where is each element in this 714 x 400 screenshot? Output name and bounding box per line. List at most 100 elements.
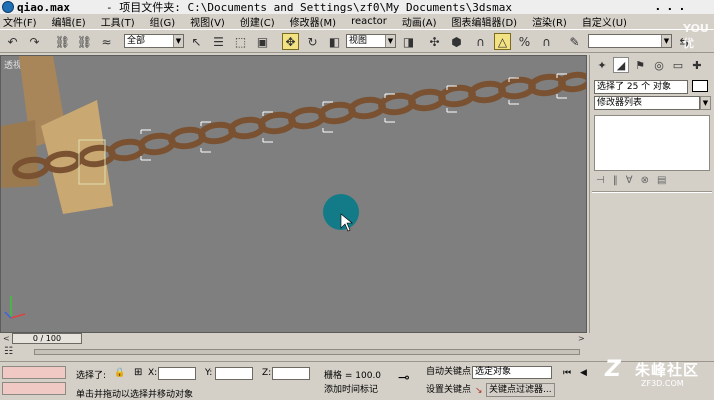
menu-customize[interactable]: 自定义(U) xyxy=(582,14,627,29)
remove-modifier-icon[interactable]: ⊗ xyxy=(641,175,649,186)
y-label: Y: xyxy=(205,368,213,378)
menu-group[interactable]: 组(G) xyxy=(150,14,176,29)
create-tab-icon[interactable]: ✦ xyxy=(594,57,610,73)
menu-create[interactable]: 创建(C) xyxy=(240,14,275,29)
redo-icon[interactable]: ↷ xyxy=(26,33,43,50)
time-slider-thumb[interactable]: 0 / 100 xyxy=(12,333,82,344)
key-filters-button[interactable]: 关键点过滤器... xyxy=(486,383,555,397)
bind-space-warp-icon[interactable]: ≈ xyxy=(98,33,115,50)
chevron-down-icon: ▼ xyxy=(173,35,183,47)
prev-frame-icon[interactable]: ◀ xyxy=(580,368,587,378)
stack-tools: ⊣ ‖ ∀ ⊗ ▤ xyxy=(596,175,666,186)
modifier-stack[interactable] xyxy=(594,115,710,171)
time-prev-arrow[interactable]: < xyxy=(3,334,10,343)
configure-sets-icon[interactable]: ▤ xyxy=(657,175,666,186)
edit-named-selection-icon[interactable]: ✎ xyxy=(566,33,583,50)
absolute-mode-icon[interactable]: ⊞ xyxy=(134,367,142,378)
percent-snap-icon[interactable]: % xyxy=(516,33,533,50)
y-coordinate-field[interactable] xyxy=(215,367,253,380)
z-label: Z: xyxy=(262,368,272,378)
go-to-start-icon[interactable]: ⏮ xyxy=(563,368,571,378)
selected-count-label: 选择了: xyxy=(76,371,107,381)
menu-edit[interactable]: 编辑(E) xyxy=(52,14,86,29)
lock-selection-icon[interactable]: 🔒 xyxy=(114,368,125,378)
3dsmax-app-icon[interactable] xyxy=(2,1,14,13)
time-next-arrow[interactable]: > xyxy=(578,334,585,343)
selection-set-dropdown[interactable]: 选定对象 xyxy=(472,366,552,379)
menu-views[interactable]: 视图(V) xyxy=(190,14,225,29)
show-end-result-icon[interactable]: ‖ xyxy=(613,175,618,186)
select-and-move-icon[interactable]: ✥ xyxy=(282,33,299,50)
selection-filter-value: 全部 xyxy=(127,36,146,46)
zf-logo-icon: Z xyxy=(605,357,621,382)
title-bar: qiao.max - 项目文件夹: C:\Documents and Setti… xyxy=(0,0,714,14)
angle-snap-icon[interactable]: △ xyxy=(494,33,511,50)
reference-coordinate-value: 视图 xyxy=(349,36,368,46)
title-overflow: . . . xyxy=(655,0,686,13)
chevron-down-icon: ▼ xyxy=(700,96,711,110)
auto-key-button[interactable]: 自动关键点 xyxy=(424,366,474,380)
hierarchy-tab-icon[interactable]: ⚑ xyxy=(632,57,648,73)
select-and-scale-icon[interactable]: ◧ xyxy=(326,33,343,50)
set-key-button[interactable]: 设置关键点 xyxy=(424,384,474,398)
track-bar[interactable]: ☷ xyxy=(0,345,587,359)
utilities-tab-icon[interactable]: ✚ xyxy=(689,57,705,73)
modify-tab-icon[interactable]: ◢ xyxy=(613,57,629,73)
z-coordinate-field[interactable] xyxy=(272,367,310,380)
object-color-swatch[interactable] xyxy=(692,80,708,92)
video-watermark: YOU 优 xyxy=(683,22,709,50)
menu-modifiers[interactable]: 修改器(M) xyxy=(290,14,336,29)
unlink-icon[interactable]: ⛓ xyxy=(76,33,93,50)
spinner-snap-icon[interactable]: ∩ xyxy=(538,33,555,50)
menu-graph-editors[interactable]: 图表编辑器(D) xyxy=(452,14,518,29)
chevron-down-icon: ▼ xyxy=(661,35,671,47)
axis-tripod-icon xyxy=(4,296,26,319)
cursor-highlight xyxy=(323,194,359,230)
status-prompt: 单击并拖动以选择并移动对象 xyxy=(76,390,194,400)
add-time-tag-button[interactable]: 添加时间标记 xyxy=(322,384,381,398)
watermark-brand: 朱峰社区 xyxy=(635,361,700,379)
menu-animation[interactable]: 动画(A) xyxy=(402,14,437,29)
menu-reactor[interactable]: reactor xyxy=(351,16,387,27)
keyboard-shortcut-override-icon[interactable]: ⬢ xyxy=(448,33,465,50)
main-toolbar: ↶ ↷ ⛓ ⛓ ≈ 全部 ▼ ↖ ☰ ⬚ ▣ ✥ ↻ ◧ 视图 ▼ ◨ ✣ ⬢ … xyxy=(0,29,714,53)
pin-stack-icon[interactable]: ⊣ xyxy=(596,175,605,186)
pivot-point-center-icon[interactable]: ◨ xyxy=(400,33,417,50)
perspective-viewport[interactable]: 透视 xyxy=(0,55,587,333)
scene-render xyxy=(1,56,586,319)
motion-tab-icon[interactable]: ◎ xyxy=(651,57,667,73)
rectangular-selection-icon[interactable]: ⬚ xyxy=(232,33,249,50)
curve-editor-icon[interactable]: ☷ xyxy=(4,346,13,357)
watermark-logo: Z 朱峰社区 ZF3D.COM xyxy=(605,355,713,397)
menu-bar: 文件(F) 编辑(E) 工具(T) 组(G) 视图(V) 创建(C) 修改器(M… xyxy=(0,14,714,29)
modifier-list-dropdown[interactable]: 修改器列表 ▼ xyxy=(594,96,711,110)
menu-rendering[interactable]: 渲染(R) xyxy=(532,14,567,29)
set-key-icon[interactable]: ⊸ xyxy=(398,370,410,386)
display-tab-icon[interactable]: ▭ xyxy=(670,57,686,73)
make-unique-icon[interactable]: ∀ xyxy=(626,175,633,186)
key-filter-icon: ↘ xyxy=(475,386,483,396)
panel-divider xyxy=(592,191,712,193)
reference-coordinate-dropdown[interactable]: 视图 ▼ xyxy=(346,34,396,48)
undo-icon[interactable]: ↶ xyxy=(4,33,21,50)
menu-tools[interactable]: 工具(T) xyxy=(101,14,135,29)
select-and-rotate-icon[interactable]: ↻ xyxy=(304,33,321,50)
time-slider[interactable]: < 0 / 100 > xyxy=(0,333,587,345)
snaps-toggle-icon[interactable]: ∩ xyxy=(472,33,489,50)
select-object-icon[interactable]: ↖ xyxy=(188,33,205,50)
named-selection-sets-dropdown[interactable]: ▼ xyxy=(588,34,672,48)
grid-size-readout: 栅格 = 100.0 xyxy=(324,371,382,381)
command-panel: ✦ ◢ ⚑ ◎ ▭ ✚ 选择了 25 个 对象 修改器列表 ▼ ⊣ ‖ ∀ ⊗ … xyxy=(589,55,714,333)
maxscript-listener-bottom[interactable] xyxy=(2,382,66,395)
select-and-link-icon[interactable]: ⛓ xyxy=(54,33,71,50)
x-coordinate-field[interactable] xyxy=(158,367,196,380)
select-by-name-icon[interactable]: ☰ xyxy=(210,33,227,50)
window-file-name: qiao.max xyxy=(17,0,70,14)
maxscript-listener-top[interactable] xyxy=(2,366,66,379)
selection-filter-dropdown[interactable]: 全部 ▼ xyxy=(124,34,184,48)
select-manipulate-icon[interactable]: ✣ xyxy=(426,33,443,50)
track-bar-ruler[interactable] xyxy=(34,349,580,355)
window-crossing-icon[interactable]: ▣ xyxy=(254,33,271,50)
chevron-down-icon: ▼ xyxy=(385,35,395,47)
menu-file[interactable]: 文件(F) xyxy=(3,14,37,29)
